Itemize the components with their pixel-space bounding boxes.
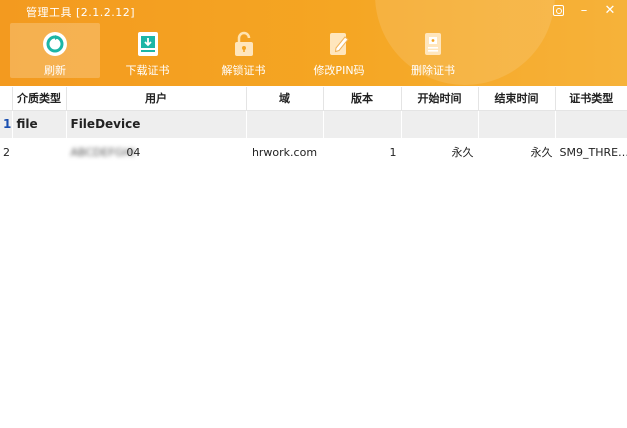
column-header-start-time[interactable]: 开始时间 (401, 87, 479, 111)
refresh-icon (42, 31, 68, 57)
window-title: 管理工具 [2.1.2.12] (26, 6, 136, 19)
table-row[interactable]: 2 ABCDEFGHI 04 hrwork.com 1 永久 永久 SM9_TH… (0, 138, 627, 166)
cell-user: FileDevice (66, 110, 247, 138)
column-header-end-time[interactable]: 结束时间 (478, 87, 556, 111)
delete-cert-label: 删除证书 (411, 64, 455, 77)
unlock-cert-label: 解锁证书 (221, 64, 266, 77)
edit-pin-icon (328, 31, 350, 57)
cell-version: 1 (323, 138, 402, 166)
cell-user: ABCDEFGHI 04 (66, 138, 247, 166)
unlock-icon (233, 31, 255, 57)
cell-domain: hrwork.com (246, 138, 324, 166)
download-cert-label: 下载证书 (125, 64, 170, 77)
edit-pin-label: 修改PIN码 (313, 64, 365, 77)
cell-end-time (478, 110, 556, 138)
cell-start-time (401, 110, 479, 138)
row-index: 2 (0, 138, 13, 166)
refresh-label: 刷新 (44, 64, 66, 77)
column-header-domain[interactable]: 域 (246, 87, 324, 111)
refresh-button[interactable]: 刷新 (10, 23, 100, 78)
column-header-media-type[interactable]: 介质类型 (12, 87, 67, 111)
cell-cert-type: SM9_THRE… (555, 138, 627, 166)
cell-version (323, 110, 402, 138)
unlock-cert-button[interactable]: 解锁证书 (206, 23, 281, 78)
cell-start-time: 永久 (401, 138, 479, 166)
download-cert-button[interactable]: 下载证书 (110, 23, 185, 78)
cell-media-type (12, 138, 67, 166)
row-index-header (0, 87, 13, 111)
column-header-cert-type[interactable]: 证书类型 (555, 87, 627, 111)
download-cert-icon (136, 31, 160, 57)
column-header-user[interactable]: 用户 (66, 87, 247, 111)
minimize-icon[interactable]: – (573, 2, 595, 18)
column-header-version[interactable]: 版本 (323, 87, 402, 111)
delete-cert-button[interactable]: 删除证书 (397, 23, 469, 78)
row-index: 1 (0, 110, 13, 138)
table-header-row: 介质类型 用户 域 版本 开始时间 结束时间 证书类型 (0, 87, 627, 111)
redacted-user-prefix: ABCDEFGHI (70, 145, 135, 159)
top-toolbar-area: 管理工具 [2.1.2.12] – ✕ 刷新 下载证书 解锁证书 修改PIN码 … (0, 0, 627, 86)
skin-icon[interactable] (547, 2, 569, 18)
delete-cert-icon (422, 31, 444, 57)
close-icon[interactable]: ✕ (599, 2, 621, 18)
cell-cert-type (555, 110, 627, 138)
cell-domain (246, 110, 324, 138)
cell-media-type: file (12, 110, 67, 138)
table-row[interactable]: 1 file FileDevice (0, 110, 627, 138)
window-controls: – ✕ (547, 2, 621, 18)
cell-end-time: 永久 (478, 138, 556, 166)
certificate-table: 介质类型 用户 域 版本 开始时间 结束时间 证书类型 1 file FileD… (0, 87, 627, 166)
edit-pin-button[interactable]: 修改PIN码 (303, 23, 375, 78)
